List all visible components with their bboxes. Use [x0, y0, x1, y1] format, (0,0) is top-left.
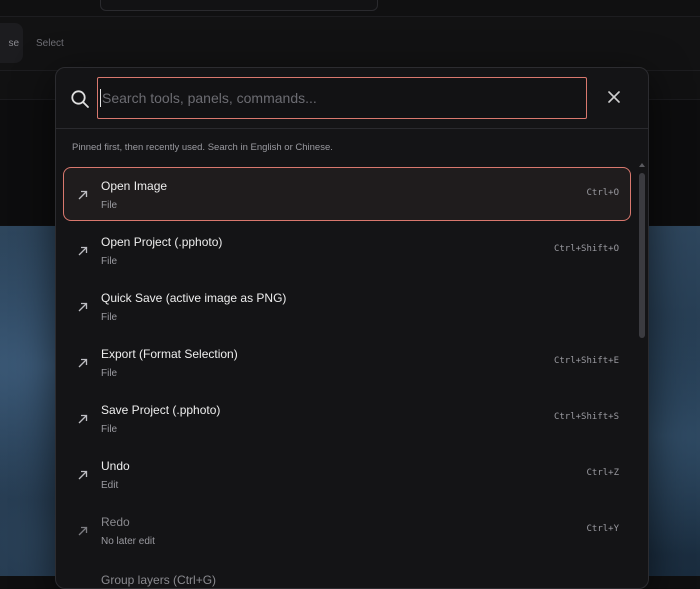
command-category: File	[101, 312, 118, 323]
search-icon	[70, 89, 90, 109]
hint-text: Pinned first, then recently used. Search…	[72, 142, 333, 153]
command-title: Redo	[101, 515, 130, 529]
close-icon	[608, 90, 620, 108]
command-title: Group layers (Ctrl+G)	[101, 573, 217, 587]
top-field[interactable]	[100, 0, 378, 11]
search-input[interactable]	[97, 77, 587, 119]
command-title: Open Image	[101, 179, 168, 193]
scrollbar[interactable]	[639, 163, 645, 588]
command-item-open-project[interactable]: Open Project (.pphoto) File Ctrl+Shift+O	[63, 223, 631, 277]
command-shortcut: Ctrl+O	[586, 188, 619, 198]
arrow-up-right-icon	[77, 468, 89, 480]
toolbar: se Select	[0, 17, 700, 71]
toolbar-button-partial[interactable]: se	[0, 23, 23, 63]
command-title: Export (Format Selection)	[101, 347, 238, 361]
command-palette: Pinned first, then recently used. Search…	[55, 67, 649, 589]
command-title: Save Project (.pphoto)	[101, 403, 221, 417]
arrow-up-right-icon	[77, 524, 89, 536]
command-shortcut: Ctrl+Shift+S	[553, 412, 619, 422]
text-caret	[100, 89, 101, 107]
arrow-up-right-icon	[77, 244, 89, 256]
command-item-export[interactable]: Export (Format Selection) File Ctrl+Shif…	[63, 335, 631, 389]
command-shortcut: Ctrl+Y	[586, 524, 619, 534]
command-category: File	[101, 368, 118, 379]
scroll-thumb[interactable]	[639, 173, 645, 338]
command-category: File	[101, 200, 118, 211]
command-item-group-layers[interactable]: Group layers (Ctrl+G)	[63, 559, 631, 588]
command-item-save-project[interactable]: Save Project (.pphoto) File Ctrl+Shift+S	[63, 391, 631, 445]
command-item-undo[interactable]: Undo Edit Ctrl+Z	[63, 447, 631, 501]
command-shortcut: Ctrl+Shift+E	[553, 356, 619, 366]
toolbar-button-label: se	[8, 37, 19, 49]
arrow-up-right-icon	[77, 188, 89, 200]
close-button[interactable]	[603, 88, 625, 110]
search-row	[56, 68, 648, 129]
command-category: File	[101, 424, 118, 435]
command-title: Quick Save (active image as PNG)	[101, 291, 287, 305]
arrow-up-right-icon	[77, 412, 89, 424]
scroll-up-arrow-icon[interactable]	[639, 163, 645, 167]
command-title: Open Project (.pphoto)	[101, 235, 223, 249]
command-item-quick-save[interactable]: Quick Save (active image as PNG) File	[63, 279, 631, 333]
command-list: Open Image File Ctrl+O Open Project (.pp…	[63, 167, 633, 588]
arrow-up-right-icon	[77, 356, 89, 368]
select-tool-label[interactable]: Select	[36, 38, 64, 49]
arrow-up-right-icon	[77, 300, 89, 312]
command-category: File	[101, 256, 118, 267]
command-shortcut: Ctrl+Shift+O	[553, 244, 619, 254]
command-shortcut: Ctrl+Z	[586, 468, 619, 478]
command-category: No later edit	[101, 536, 155, 547]
top-bar	[0, 0, 700, 17]
command-item-redo[interactable]: Redo No later edit Ctrl+Y	[63, 503, 631, 557]
command-item-open-image[interactable]: Open Image File Ctrl+O	[63, 167, 631, 221]
command-title: Undo	[101, 459, 130, 473]
command-category: Edit	[101, 480, 119, 491]
